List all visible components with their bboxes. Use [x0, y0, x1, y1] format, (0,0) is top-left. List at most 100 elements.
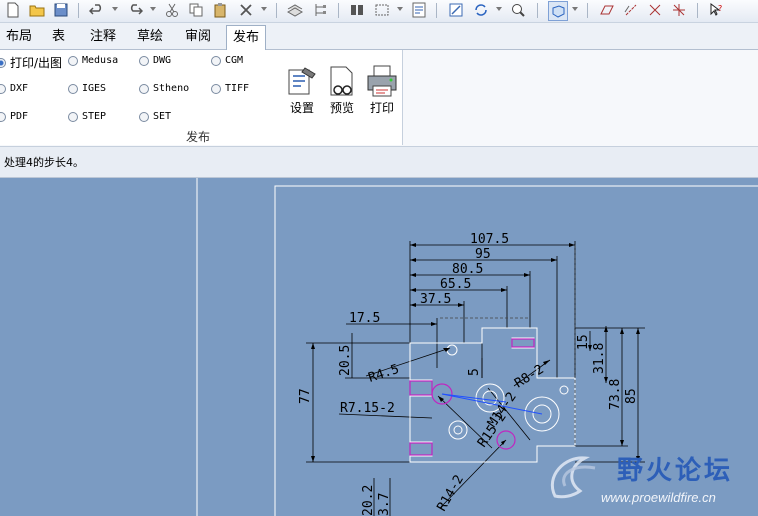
- quick-access-toolbar: ?: [0, 0, 758, 23]
- radio-dwg[interactable]: DWG: [139, 55, 171, 66]
- radio-print-plot[interactable]: 打印/出图: [0, 54, 62, 71]
- properties-icon[interactable]: [410, 1, 428, 19]
- dim-text: 37.5: [420, 292, 451, 307]
- preview-button[interactable]: 预览: [323, 64, 361, 116]
- highlight-rect: [511, 338, 535, 348]
- toolbar-separator: [697, 3, 698, 18]
- arrow-head: [431, 322, 437, 326]
- refresh-dropdown-icon[interactable]: [496, 7, 502, 11]
- layer-icon[interactable]: [286, 1, 304, 19]
- radio-dot-icon: [0, 83, 6, 94]
- dim-text: R15-2: [475, 410, 510, 451]
- undo-icon[interactable]: [88, 1, 106, 19]
- watermark-title: 野火论坛: [617, 456, 734, 486]
- radio-iges[interactable]: IGES: [68, 83, 106, 94]
- publish-group: 打印/出图 Medusa DWG CGM DXF IGES Stheno TIF…: [0, 50, 403, 145]
- dim-text: 85: [624, 388, 639, 404]
- forum-watermark: 野火论坛 www.proewildfire.cn: [545, 446, 758, 516]
- printer-icon: [367, 65, 397, 97]
- zoom-icon[interactable]: [509, 1, 527, 19]
- status-message: 处理4的步长4。: [4, 156, 84, 169]
- radio-pdf[interactable]: PDF: [0, 111, 28, 122]
- redo-icon[interactable]: [126, 1, 144, 19]
- select-box-icon[interactable]: [373, 1, 391, 19]
- settings-button[interactable]: 设置: [283, 64, 321, 116]
- undo-dropdown-icon[interactable]: [112, 7, 118, 11]
- delete-dropdown-icon[interactable]: [261, 7, 267, 11]
- coordinate-system-icon[interactable]: [670, 1, 688, 19]
- drawing-canvas[interactable]: 107.5 95 80.5 65.5 37.5 17.5 20.5 5 15 3…: [0, 178, 758, 516]
- print-button[interactable]: 打印: [363, 64, 401, 116]
- hole-circle: [559, 385, 569, 395]
- highlight-rect: [409, 442, 433, 456]
- save-icon[interactable]: [52, 1, 70, 19]
- tree-icon[interactable]: [311, 1, 329, 19]
- radio-step[interactable]: STEP: [68, 111, 106, 122]
- dim-text: 107.5: [470, 232, 509, 247]
- slot-rect: [409, 379, 433, 397]
- toolbar-separator: [537, 3, 538, 18]
- datum-axis-icon[interactable]: [622, 1, 640, 19]
- dim-text: R4.5: [367, 362, 401, 386]
- radio-dot-icon: [211, 55, 221, 66]
- dim-text: 73.8: [608, 379, 623, 410]
- radio-medusa[interactable]: Medusa: [68, 55, 118, 66]
- radio-dot-icon: [68, 111, 78, 122]
- tab-layout[interactable]: 布局: [0, 27, 38, 47]
- radio-dot-icon: [139, 111, 149, 122]
- delete-icon[interactable]: [237, 1, 255, 19]
- dim-text: 95: [475, 247, 491, 262]
- help-icon[interactable]: ?: [707, 1, 725, 19]
- cut-icon[interactable]: [163, 1, 181, 19]
- radio-stheno[interactable]: Stheno: [139, 83, 189, 94]
- hole-circle: [453, 425, 463, 435]
- select-dropdown-icon[interactable]: [397, 7, 403, 11]
- open-folder-icon[interactable]: [28, 1, 46, 19]
- settings-icon: [288, 67, 316, 95]
- dim-text: 5: [467, 368, 482, 376]
- message-bar: 处理4的步长4。: [0, 147, 758, 178]
- highlight-rect: [409, 380, 433, 396]
- datum-plane-icon[interactable]: [598, 1, 616, 19]
- toolbar-separator: [587, 3, 588, 18]
- toolbar-separator: [78, 3, 79, 18]
- dim-text: 20.2: [361, 485, 376, 516]
- radio-dot-icon: [0, 57, 6, 68]
- tab-table[interactable]: 表: [46, 27, 71, 47]
- dim-text: 17.5: [349, 311, 380, 326]
- redo-dropdown-icon[interactable]: [150, 7, 156, 11]
- slot-rect: [409, 441, 433, 457]
- tab-annotate[interactable]: 注释: [84, 27, 122, 47]
- paste-icon[interactable]: [211, 1, 229, 19]
- dim-text: 15: [576, 334, 591, 350]
- dim-text: 3.7: [377, 493, 392, 516]
- dim-text: 77: [298, 388, 313, 404]
- hole-circle: [448, 420, 468, 440]
- toolbar-separator: [436, 3, 437, 18]
- dim-text: 20.5: [338, 345, 353, 376]
- display-dropdown-icon[interactable]: [572, 7, 578, 11]
- radio-tiff[interactable]: TIFF: [211, 83, 249, 94]
- toolbar-separator: [276, 3, 277, 18]
- find-icon[interactable]: [348, 1, 366, 19]
- ribbon: 打印/出图 Medusa DWG CGM DXF IGES Stheno TIF…: [0, 50, 758, 147]
- display-style-icon[interactable]: [548, 1, 568, 21]
- radio-dot-icon: [0, 111, 6, 122]
- tab-review[interactable]: 审阅: [179, 27, 217, 47]
- radio-dot-icon: [68, 55, 78, 66]
- radio-cgm[interactable]: CGM: [211, 55, 243, 66]
- tab-sketch[interactable]: 草绘: [131, 27, 169, 47]
- copy-icon[interactable]: [187, 1, 205, 19]
- watermark-url: www.proewildfire.cn: [601, 490, 716, 505]
- tab-publish[interactable]: 发布: [226, 25, 267, 51]
- radio-set[interactable]: SET: [139, 111, 171, 122]
- radio-dot-icon: [211, 83, 221, 94]
- regenerate-icon[interactable]: [447, 1, 465, 19]
- dim-text: 65.5: [440, 277, 471, 292]
- radio-dot-icon: [139, 83, 149, 94]
- dim-text: R14-2: [434, 473, 467, 514]
- radio-dxf[interactable]: DXF: [0, 83, 28, 94]
- new-file-icon[interactable]: [4, 1, 22, 19]
- refresh-icon[interactable]: [472, 1, 490, 19]
- datum-point-icon[interactable]: [646, 1, 664, 19]
